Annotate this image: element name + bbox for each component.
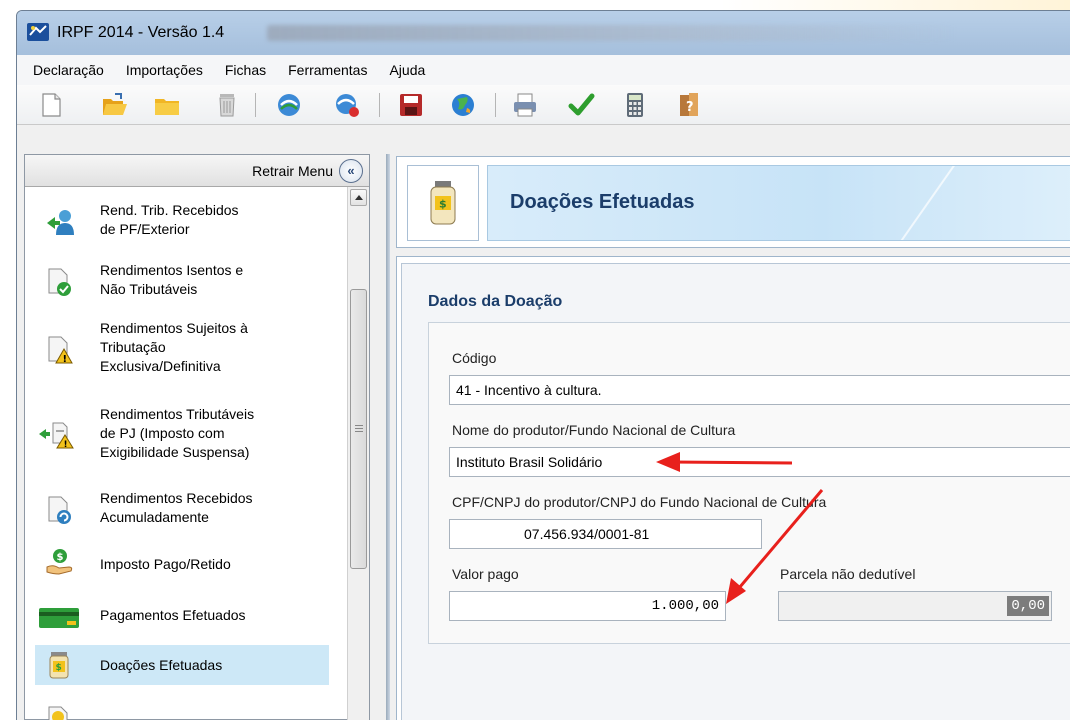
page-header: $ Doações Efetuadas — [396, 156, 1070, 248]
window-title: IRPF 2014 - Versão 1.4 — [57, 24, 225, 41]
scroll-thumb[interactable] — [350, 289, 367, 569]
cpf-cnpj-label: CPF/CNPJ do produtor/CNPJ do Fundo Nacio… — [452, 494, 827, 510]
sidebar-item-label: Rendimentos Tributáveis de PJ (Imposto c… — [100, 406, 255, 460]
valor-pago-field[interactable]: 1.000,00 — [449, 591, 726, 621]
codigo-label: Código — [452, 350, 497, 366]
help-icon[interactable]: ? — [675, 91, 703, 119]
codigo-field[interactable]: 41 - Incentivo à cultura. — [449, 375, 1070, 405]
retract-menu-label: Retrair Menu — [252, 163, 333, 179]
svg-text:$: $ — [439, 198, 447, 211]
menu-declaracao[interactable]: Declaração — [33, 62, 104, 78]
document-check-icon — [48, 268, 71, 296]
scroll-grip-icon — [355, 425, 363, 432]
sidebar-item-rend-isentos[interactable]: Rendimentos Isentos e Não Tributáveis — [25, 259, 330, 303]
toolbar-separator — [379, 93, 380, 117]
trash-icon[interactable] — [213, 91, 241, 119]
toolbar-separator — [495, 93, 496, 117]
pane-splitter[interactable] — [386, 154, 390, 720]
check-icon[interactable] — [567, 91, 595, 119]
open-folder-icon[interactable] — [101, 91, 129, 119]
save-icon[interactable] — [397, 91, 425, 119]
new-document-icon[interactable] — [37, 91, 65, 119]
sidebar-item-imposto-pago[interactable]: $ Imposto Pago/Retido — [25, 545, 330, 581]
document-icon — [48, 706, 68, 720]
valor-pago-label: Valor pago — [452, 566, 519, 582]
svg-text:!: ! — [63, 354, 68, 365]
svg-text:$: $ — [57, 552, 64, 563]
cpf-cnpj-field[interactable]: 07.456.934/0001-81 — [449, 519, 762, 549]
donation-jar-icon: $ — [430, 181, 456, 225]
sidebar-item-rend-sujeitos[interactable]: ! Rendimentos Sujeitos à Tributação Excl… — [25, 317, 330, 381]
menu-ferramentas[interactable]: Ferramentas — [288, 62, 367, 78]
sidebar-item-label: Rendimentos Isentos e Não Tributáveis — [100, 262, 244, 297]
parcela-field: 0,00 — [778, 591, 1052, 621]
sidebar-item-label: Rendimentos Sujeitos à Tributação Exclus… — [100, 320, 248, 374]
person-arrow-icon — [47, 210, 74, 235]
svg-text:!: ! — [64, 440, 68, 449]
credit-card-icon — [39, 608, 79, 628]
document-warning-icon: ! — [48, 336, 73, 365]
scroll-up-button[interactable] — [350, 189, 367, 206]
page-icon-box: $ — [407, 165, 479, 241]
parcela-value: 0,00 — [1007, 596, 1049, 616]
sidebar-item-next[interactable] — [25, 693, 330, 720]
page-title: Doações Efetuadas — [510, 191, 695, 213]
sidebar-item-label: Doações Efetuadas — [100, 657, 223, 673]
nome-field[interactable]: Instituto Brasil Solidário — [449, 447, 1070, 477]
title-bar: IRPF 2014 - Versão 1.4 — [17, 11, 1070, 55]
sidebar-header: Retrair Menu « — [25, 155, 369, 187]
menu-importacoes[interactable]: Importações — [126, 62, 203, 78]
sidebar-item-label: Pagamentos Efetuados — [100, 607, 246, 623]
sidebar-item-label: Rend. Trib. Recebidos de PF/Exterior — [100, 202, 239, 237]
sidebar-item-label: Imposto Pago/Retido — [100, 556, 231, 572]
sidebar-item-rend-trib-pf[interactable]: Rend. Trib. Recebidos de PF/Exterior — [25, 199, 330, 243]
sidebar-item-label: Rendimentos Recebidos Acumuladamente — [100, 490, 253, 525]
donation-jar-icon: $ — [49, 652, 69, 679]
svg-text:?: ? — [686, 100, 694, 115]
sidebar-menu: Retrair Menu « Rend. Trib. Recebidos de … — [24, 154, 370, 720]
page-title-banner: Doações Efetuadas — [487, 165, 1070, 241]
toolbar-separator — [255, 93, 256, 117]
hand-coin-icon: $ — [46, 549, 73, 575]
scale-warning-icon: ! — [39, 422, 74, 449]
parcela-label: Parcela não dedutível — [780, 566, 916, 582]
nome-label: Nome do produtor/Fundo Nacional de Cultu… — [452, 422, 736, 438]
retract-menu-button[interactable]: « — [339, 159, 363, 183]
sidebar-item-rend-acumulados[interactable]: Rendimentos Recebidos Acumuladamente — [25, 487, 330, 531]
section-title: Dados da Doação — [428, 293, 563, 310]
transmit-globe-icon[interactable] — [275, 91, 303, 119]
document-refresh-icon — [48, 496, 71, 524]
sidebar-item-rend-pj-suspensa[interactable]: ! Rendimentos Tributáveis de PJ (Imposto… — [25, 403, 330, 467]
menu-fichas[interactable]: Fichas — [225, 62, 266, 78]
svg-text:$: $ — [56, 663, 62, 673]
sidebar-item-pagamentos[interactable]: Pagamentos Efetuados — [25, 597, 330, 633]
menu-bar: Declaração Importações Fichas Ferramenta… — [17, 55, 1070, 85]
calculator-icon[interactable] — [621, 91, 649, 119]
sidebar-nav-list: Rend. Trib. Recebidos de PF/Exterior Ren… — [25, 187, 335, 720]
sidebar-scrollbar[interactable] — [347, 187, 369, 720]
print-icon[interactable] — [511, 91, 539, 119]
internet-globe-icon[interactable] — [449, 91, 477, 119]
app-logo-icon — [27, 23, 49, 41]
receive-globe-icon[interactable] — [333, 91, 361, 119]
sidebar-item-doacoes[interactable]: $ Doações Efetuadas — [35, 645, 329, 685]
blurred-title-area — [267, 25, 957, 41]
menu-ajuda[interactable]: Ajuda — [389, 62, 425, 78]
toolbar: ? — [17, 85, 1070, 125]
folder-icon[interactable] — [153, 91, 181, 119]
